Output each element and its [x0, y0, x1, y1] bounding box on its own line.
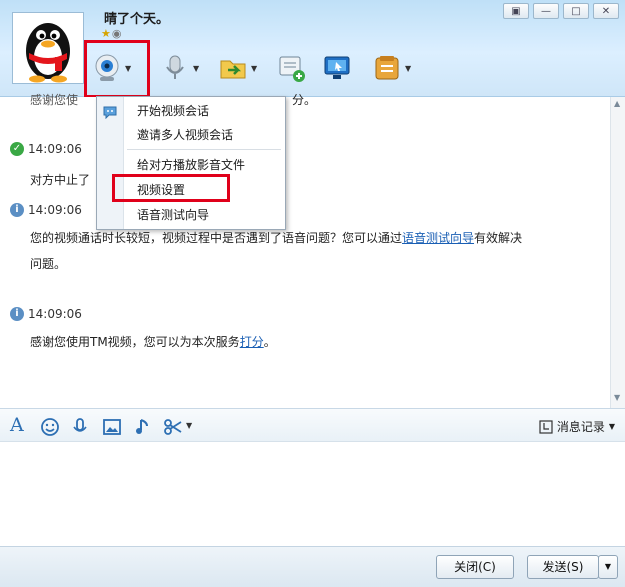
- partial-message-link: 分。: [292, 93, 317, 107]
- message-timestamp: ✓ 14:09:06: [10, 142, 82, 156]
- star-icon: ★: [101, 27, 112, 40]
- menu-item-play-media[interactable]: 给对方播放影音文件: [137, 156, 245, 173]
- menu-divider: [127, 149, 281, 150]
- send-options-button[interactable]: ▼: [598, 555, 618, 579]
- penguin-icon: [26, 23, 70, 83]
- skin-button[interactable]: ▣: [503, 3, 529, 19]
- window-controls: ▣ — □ ✕: [503, 3, 619, 19]
- chevron-down-icon[interactable]: ▼: [186, 421, 192, 430]
- chevron-down-icon: ▼: [405, 63, 412, 73]
- voice-test-link[interactable]: 语音测试向导: [402, 231, 474, 245]
- font-icon[interactable]: A: [10, 414, 30, 436]
- message-history: 感谢您使 分。 ✓ 14:09:06 对方中止了 i 14:09:06 您的视频…: [0, 93, 610, 408]
- menu-item-voice-test[interactable]: 语音测试向导: [137, 206, 209, 223]
- minimize-button[interactable]: —: [533, 3, 559, 19]
- message-timestamp: i 14:09:06: [10, 307, 82, 321]
- music-icon[interactable]: [133, 417, 153, 437]
- maximize-button[interactable]: □: [563, 3, 589, 19]
- chevron-down-icon: ▼: [604, 562, 612, 571]
- input-toolbar: A ▼ 消息记录 ▼: [0, 408, 625, 442]
- qq-chat-window: 晴了个天。 ★◉ ▣ — □ ✕ ▼ ▼ ▼ ▼ 感谢您使 分。 ✓ 14:09…: [0, 0, 625, 587]
- voice-message-icon[interactable]: [70, 417, 90, 437]
- info-icon: i: [10, 307, 24, 321]
- video-dropdown-menu: 开始视频会话 邀请多人视频会话 给对方播放影音文件 视频设置 语音测试向导: [96, 96, 286, 230]
- remote-assist-button[interactable]: [322, 50, 352, 86]
- send-file-button[interactable]: ▼: [218, 50, 257, 86]
- info-icon: i: [10, 203, 24, 217]
- message-text: 对方中止了: [30, 173, 91, 187]
- emoji-icon[interactable]: [40, 417, 60, 437]
- chevron-down-icon: ▼: [608, 422, 615, 431]
- status-icons: ★◉: [101, 27, 122, 40]
- chat-header: 晴了个天。 ★◉ ▣ — □ ✕ ▼ ▼ ▼ ▼: [0, 0, 625, 98]
- close-window-button[interactable]: ✕: [593, 3, 619, 19]
- app-box-icon: [375, 56, 399, 80]
- create-discussion-button[interactable]: [276, 50, 306, 86]
- buddy-name: 晴了个天。: [104, 12, 170, 27]
- scroll-down-icon[interactable]: ▼: [614, 393, 620, 402]
- partial-message-text: 感谢您使: [30, 93, 79, 107]
- medal-icon: ◉: [111, 27, 123, 40]
- microphone-icon: [166, 55, 184, 79]
- close-chat-button[interactable]: 关闭(C): [436, 555, 514, 579]
- menu-item-invite-multi-video[interactable]: 邀请多人视频会话: [137, 126, 233, 143]
- message-input[interactable]: [0, 442, 625, 546]
- app-menu-button[interactable]: ▼: [372, 50, 411, 86]
- send-button[interactable]: 发送(S): [527, 555, 599, 579]
- history-icon: [539, 419, 553, 434]
- chevron-down-icon: ▼: [251, 63, 258, 73]
- chevron-down-icon: ▼: [193, 63, 200, 73]
- image-icon[interactable]: [102, 417, 122, 437]
- check-icon: ✓: [10, 142, 24, 156]
- scroll-up-icon[interactable]: ▲: [614, 99, 620, 108]
- message-text: 您的视频通话时长较短，视频过程中是否遇到了语音问题？您可以通过语音测试向导有效解…: [30, 231, 523, 271]
- highlight-video-button: [84, 40, 150, 98]
- folder-icon: [220, 60, 246, 79]
- scissors-icon[interactable]: [163, 417, 183, 437]
- message-timestamp: i 14:09:06: [10, 203, 82, 217]
- message-text: 感谢您使用TM视频，您可以为本次服务打分。: [30, 335, 276, 349]
- buddy-avatar[interactable]: [12, 12, 84, 84]
- monitor-icon: [324, 56, 350, 79]
- highlight-video-settings: [112, 174, 230, 202]
- rate-service-link[interactable]: 打分: [240, 335, 264, 349]
- voice-call-button[interactable]: ▼: [160, 50, 199, 86]
- group-chat-icon: [279, 56, 305, 82]
- chat-scrollbar[interactable]: ▲ ▼: [610, 97, 625, 408]
- menu-item-start-video[interactable]: 开始视频会话: [137, 102, 209, 119]
- menu-gutter: [97, 97, 124, 229]
- bottom-action-bar: 关闭(C) 发送(S) ▼: [0, 546, 625, 587]
- message-history-button[interactable]: 消息记录 ▼: [539, 418, 615, 435]
- video-chat-icon: [103, 106, 117, 119]
